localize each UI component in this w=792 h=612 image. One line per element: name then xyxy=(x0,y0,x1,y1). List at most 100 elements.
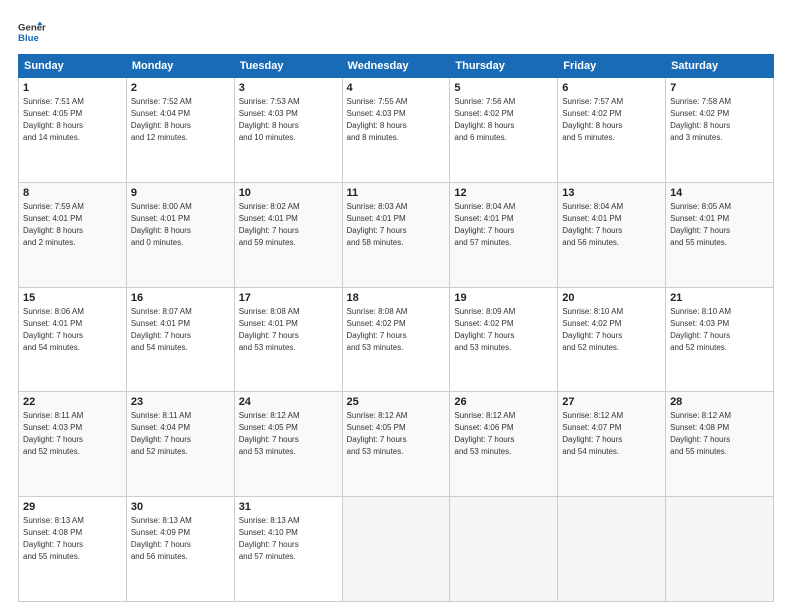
day-number: 13 xyxy=(562,187,661,199)
calendar-cell: 29 Sunrise: 8:13 AMSunset: 4:08 PMDayligh… xyxy=(19,497,127,602)
calendar-week-2: 8Sunrise: 7:59 AMSunset: 4:01 PMDaylight… xyxy=(19,182,774,287)
day-number: 25 xyxy=(347,396,446,408)
day-number: 9 xyxy=(131,187,230,199)
calendar-cell: 4 Sunrise: 7:55 AMSunset: 4:03 PMDaylight… xyxy=(342,78,450,183)
day-number: 1 xyxy=(23,82,122,94)
day-info: Sunrise: 8:12 AMSunset: 4:05 PMDaylight:… xyxy=(239,410,338,458)
calendar-cell: 11 Sunrise: 8:03 AMSunset: 4:01 PMDayligh… xyxy=(342,182,450,287)
day-info: Sunrise: 7:53 AMSunset: 4:03 PMDaylight:… xyxy=(239,96,338,144)
day-info: Sunrise: 8:11 AMSunset: 4:03 PMDaylight:… xyxy=(23,410,122,458)
day-number: 20 xyxy=(562,292,661,304)
day-number: 30 xyxy=(131,501,230,513)
day-number: 26 xyxy=(454,396,553,408)
calendar-cell: 16 Sunrise: 8:07 AMSunset: 4:01 PMDayligh… xyxy=(126,287,234,392)
day-number: 10 xyxy=(239,187,338,199)
day-header-monday: Monday xyxy=(126,55,234,78)
day-info: Sunrise: 8:06 AMSunset: 4:01 PMDaylight:… xyxy=(23,306,122,354)
day-info: Sunrise: 8:04 AMSunset: 4:01 PMDaylight:… xyxy=(454,201,553,249)
day-info: Sunrise: 8:12 AMSunset: 4:08 PMDaylight:… xyxy=(670,410,769,458)
day-info: Sunrise: 8:03 AMSunset: 4:01 PMDaylight:… xyxy=(347,201,446,249)
calendar-cell: 28 Sunrise: 8:12 AMSunset: 4:08 PMDayligh… xyxy=(666,392,774,497)
calendar-week-4: 22 Sunrise: 8:11 AMSunset: 4:03 PMDayligh… xyxy=(19,392,774,497)
calendar-header-row: SundayMondayTuesdayWednesdayThursdayFrid… xyxy=(19,55,774,78)
calendar-cell: 7 Sunrise: 7:58 AMSunset: 4:02 PMDaylight… xyxy=(666,78,774,183)
calendar-cell: 31 Sunrise: 8:13 AMSunset: 4:10 PMDayligh… xyxy=(234,497,342,602)
day-info: Sunrise: 7:52 AMSunset: 4:04 PMDaylight:… xyxy=(131,96,230,144)
day-info: Sunrise: 8:05 AMSunset: 4:01 PMDaylight:… xyxy=(670,201,769,249)
calendar-cell: 26 Sunrise: 8:12 AMSunset: 4:06 PMDayligh… xyxy=(450,392,558,497)
day-number: 11 xyxy=(347,187,446,199)
day-info: Sunrise: 7:51 AMSunset: 4:05 PMDaylight:… xyxy=(23,96,122,144)
logo-icon: General Blue xyxy=(18,18,46,46)
day-number: 19 xyxy=(454,292,553,304)
day-number: 24 xyxy=(239,396,338,408)
calendar-week-1: 1 Sunrise: 7:51 AMSunset: 4:05 PMDaylight… xyxy=(19,78,774,183)
day-header-saturday: Saturday xyxy=(666,55,774,78)
day-info: Sunrise: 8:13 AMSunset: 4:08 PMDaylight:… xyxy=(23,515,122,563)
day-info: Sunrise: 7:57 AMSunset: 4:02 PMDaylight:… xyxy=(562,96,661,144)
day-number: 5 xyxy=(454,82,553,94)
day-info: Sunrise: 8:08 AMSunset: 4:02 PMDaylight:… xyxy=(347,306,446,354)
day-info: Sunrise: 8:08 AMSunset: 4:01 PMDaylight:… xyxy=(239,306,338,354)
day-number: 23 xyxy=(131,396,230,408)
calendar-cell: 10 Sunrise: 8:02 AMSunset: 4:01 PMDayligh… xyxy=(234,182,342,287)
day-header-sunday: Sunday xyxy=(19,55,127,78)
day-header-tuesday: Tuesday xyxy=(234,55,342,78)
calendar-cell: 25 Sunrise: 8:12 AMSunset: 4:05 PMDayligh… xyxy=(342,392,450,497)
calendar-cell: 30 Sunrise: 8:13 AMSunset: 4:09 PMDayligh… xyxy=(126,497,234,602)
day-number: 7 xyxy=(670,82,769,94)
day-info: Sunrise: 8:07 AMSunset: 4:01 PMDaylight:… xyxy=(131,306,230,354)
day-number: 8 xyxy=(23,187,122,199)
day-number: 21 xyxy=(670,292,769,304)
day-number: 6 xyxy=(562,82,661,94)
day-info: Sunrise: 8:09 AMSunset: 4:02 PMDaylight:… xyxy=(454,306,553,354)
calendar-cell: 18Sunrise: 8:08 AMSunset: 4:02 PMDayligh… xyxy=(342,287,450,392)
calendar-cell xyxy=(666,497,774,602)
day-number: 29 xyxy=(23,501,122,513)
calendar-week-3: 15 Sunrise: 8:06 AMSunset: 4:01 PMDayligh… xyxy=(19,287,774,392)
calendar-cell xyxy=(558,497,666,602)
day-number: 3 xyxy=(239,82,338,94)
day-number: 27 xyxy=(562,396,661,408)
day-number: 31 xyxy=(239,501,338,513)
calendar-cell: 13 Sunrise: 8:04 AMSunset: 4:01 PMDayligh… xyxy=(558,182,666,287)
calendar-cell: 15 Sunrise: 8:06 AMSunset: 4:01 PMDayligh… xyxy=(19,287,127,392)
calendar-cell: 9 Sunrise: 8:00 AMSunset: 4:01 PMDaylight… xyxy=(126,182,234,287)
day-info: Sunrise: 8:13 AMSunset: 4:09 PMDaylight:… xyxy=(131,515,230,563)
calendar-cell: 21 Sunrise: 8:10 AMSunset: 4:03 PMDayligh… xyxy=(666,287,774,392)
day-info: Sunrise: 8:12 AMSunset: 4:07 PMDaylight:… xyxy=(562,410,661,458)
day-header-thursday: Thursday xyxy=(450,55,558,78)
day-info: Sunrise: 7:55 AMSunset: 4:03 PMDaylight:… xyxy=(347,96,446,144)
calendar-cell: 5Sunrise: 7:56 AMSunset: 4:02 PMDaylight… xyxy=(450,78,558,183)
calendar-cell: 17 Sunrise: 8:08 AMSunset: 4:01 PMDayligh… xyxy=(234,287,342,392)
day-number: 22 xyxy=(23,396,122,408)
day-header-wednesday: Wednesday xyxy=(342,55,450,78)
day-number: 4 xyxy=(347,82,446,94)
day-info: Sunrise: 8:11 AMSunset: 4:04 PMDaylight:… xyxy=(131,410,230,458)
day-info: Sunrise: 8:10 AMSunset: 4:02 PMDaylight:… xyxy=(562,306,661,354)
day-info: Sunrise: 8:10 AMSunset: 4:03 PMDaylight:… xyxy=(670,306,769,354)
day-number: 28 xyxy=(670,396,769,408)
calendar-cell xyxy=(450,497,558,602)
day-info: Sunrise: 8:12 AMSunset: 4:06 PMDaylight:… xyxy=(454,410,553,458)
day-info: Sunrise: 8:13 AMSunset: 4:10 PMDaylight:… xyxy=(239,515,338,563)
day-number: 15 xyxy=(23,292,122,304)
calendar-cell: 27 Sunrise: 8:12 AMSunset: 4:07 PMDayligh… xyxy=(558,392,666,497)
day-number: 17 xyxy=(239,292,338,304)
calendar-cell: 19 Sunrise: 8:09 AMSunset: 4:02 PMDayligh… xyxy=(450,287,558,392)
calendar-week-5: 29 Sunrise: 8:13 AMSunset: 4:08 PMDayligh… xyxy=(19,497,774,602)
day-number: 2 xyxy=(131,82,230,94)
calendar-cell xyxy=(342,497,450,602)
day-info: Sunrise: 8:04 AMSunset: 4:01 PMDaylight:… xyxy=(562,201,661,249)
day-info: Sunrise: 8:02 AMSunset: 4:01 PMDaylight:… xyxy=(239,201,338,249)
day-number: 16 xyxy=(131,292,230,304)
calendar-cell: 24 Sunrise: 8:12 AMSunset: 4:05 PMDayligh… xyxy=(234,392,342,497)
calendar-cell: 8Sunrise: 7:59 AMSunset: 4:01 PMDaylight… xyxy=(19,182,127,287)
day-number: 14 xyxy=(670,187,769,199)
day-info: Sunrise: 7:58 AMSunset: 4:02 PMDaylight:… xyxy=(670,96,769,144)
day-header-friday: Friday xyxy=(558,55,666,78)
day-info: Sunrise: 8:12 AMSunset: 4:05 PMDaylight:… xyxy=(347,410,446,458)
svg-text:Blue: Blue xyxy=(18,33,39,44)
svg-text:General: General xyxy=(18,22,46,33)
day-info: Sunrise: 8:00 AMSunset: 4:01 PMDaylight:… xyxy=(131,201,230,249)
